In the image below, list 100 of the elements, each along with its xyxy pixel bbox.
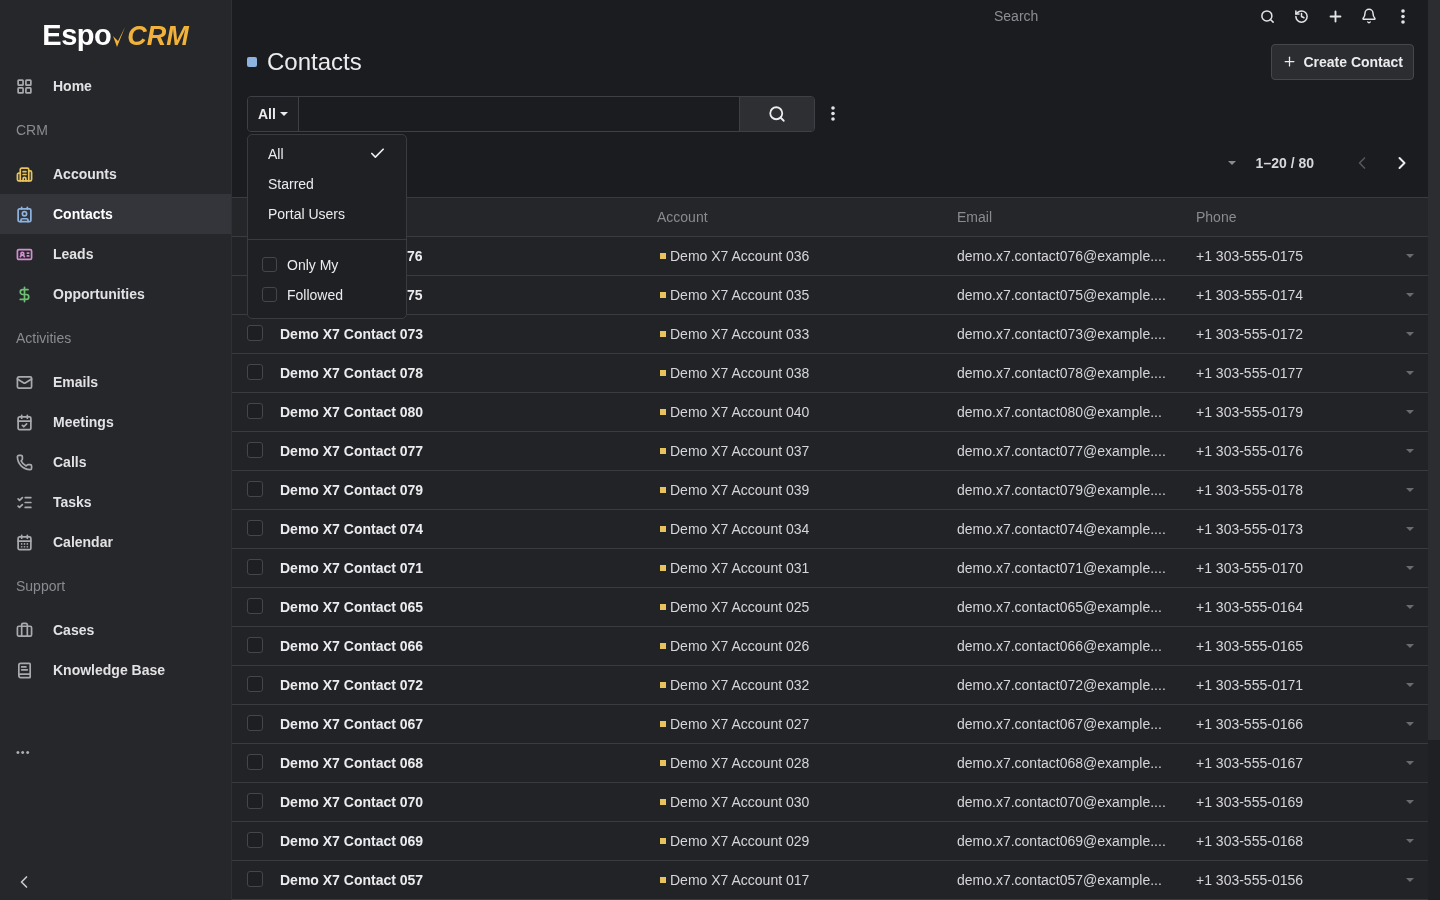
account-link[interactable]: Demo X7 Account 025 (657, 599, 957, 615)
pagination-range: 1–20 / 80 (1255, 155, 1314, 172)
phone-cell-text: +1 303-555-0178 (1196, 482, 1305, 498)
account-link[interactable]: Demo X7 Account 037 (657, 443, 957, 459)
bell-icon (1361, 8, 1377, 24)
account-link[interactable]: Demo X7 Account 031 (657, 560, 957, 576)
checkbox[interactable] (262, 257, 277, 273)
checkbox-label: Only My (287, 256, 339, 273)
more-button[interactable]: ••• (0, 746, 47, 758)
row-checkbox[interactable] (247, 324, 263, 341)
book-icon (16, 661, 33, 679)
phone-cell-text: +1 303-555-0170 (1196, 560, 1305, 576)
email-cell-text: demo.x7.contact078@example.... (957, 365, 1167, 381)
column-header[interactable]: Account (657, 209, 957, 225)
scrollbar[interactable] (1428, 0, 1440, 900)
email-cell-text: demo.x7.contact076@example.... (957, 248, 1167, 264)
menu-item[interactable]: Portal Users (248, 198, 406, 229)
global-search-field[interactable]: Search (992, 7, 1242, 25)
account-link[interactable]: Demo X7 Account 040 (657, 404, 957, 420)
row-checkbox[interactable] (247, 402, 263, 419)
phone-cell-text: +1 303-555-0172 (1196, 326, 1305, 342)
contact-name-link[interactable]: Demo X7 Contact 073 (280, 326, 424, 342)
row-checkbox[interactable] (247, 558, 263, 575)
contact-name-link[interactable]: Demo X7 Contact 067 (280, 716, 424, 732)
contact-name-link[interactable]: Demo X7 Contact 078 (280, 365, 424, 381)
row-checkbox[interactable] (247, 870, 263, 887)
account-link[interactable]: Demo X7 Account 036 (657, 248, 957, 264)
row-checkbox[interactable] (247, 714, 263, 731)
phone-cell-text: +1 303-555-0175 (1196, 248, 1305, 264)
row-checkbox[interactable] (247, 831, 263, 848)
account-link[interactable]: Demo X7 Account 027 (657, 716, 957, 732)
email-cell-text: demo.x7.contact075@example.... (957, 287, 1167, 303)
menu-item[interactable]: All (248, 138, 406, 169)
account-link[interactable]: Demo X7 Account 032 (657, 677, 957, 693)
account-link[interactable]: Demo X7 Account 035 (657, 287, 957, 303)
contact-name-link[interactable]: Demo X7 Contact 071 (280, 560, 424, 576)
account-link[interactable]: Demo X7 Account 017 (657, 872, 957, 888)
row-checkbox[interactable] (247, 480, 263, 497)
email-cell-text: demo.x7.contact069@example.... (957, 833, 1167, 849)
contact-name-link[interactable]: Demo X7 Contact 065 (280, 599, 424, 615)
contact-name-link[interactable]: Demo X7 Contact 068 (280, 755, 424, 771)
contact-name-link[interactable]: Demo X7 Contact 077 (280, 443, 424, 459)
phone-cell-text: +1 303-555-0171 (1196, 677, 1305, 693)
row-checkbox[interactable] (247, 636, 263, 653)
contact-name-link[interactable]: Demo X7 Contact 079 (280, 482, 424, 498)
contact-name-link[interactable]: Demo X7 Contact 072 (280, 677, 424, 693)
search-icon (1259, 8, 1275, 24)
contact-name-link[interactable]: Demo X7 Contact 066 (280, 638, 424, 654)
email-cell-text: demo.x7.contact074@example.... (957, 521, 1167, 537)
account-link[interactable]: Demo X7 Account 034 (657, 521, 957, 537)
row-checkbox[interactable] (247, 519, 263, 536)
checkbox[interactable] (262, 287, 277, 303)
row-checkbox[interactable] (247, 792, 263, 809)
column-header[interactable]: Phone (1196, 209, 1392, 225)
section-label: CRM (15, 121, 49, 140)
account-link[interactable]: Demo X7 Account 028 (657, 755, 957, 771)
contact-name-link[interactable]: Demo X7 Contact 057 (280, 872, 424, 888)
create-contact-button[interactable]: Create Contact (1271, 43, 1414, 80)
email-cell-text: demo.x7.contact057@example... (957, 872, 1163, 888)
account-link[interactable]: Demo X7 Account 039 (657, 482, 957, 498)
phone-cell-text: +1 303-555-0166 (1196, 716, 1305, 732)
phone-cell-text: +1 303-555-0177 (1196, 365, 1305, 381)
section-label: Activities (15, 329, 73, 348)
row-checkbox[interactable] (247, 675, 263, 692)
briefcase-icon (16, 621, 33, 639)
phone-cell-text: +1 303-555-0179 (1196, 404, 1305, 420)
more-icon (831, 106, 835, 122)
calendar-icon (16, 533, 33, 551)
email-cell-text: demo.x7.contact072@example.... (957, 677, 1167, 693)
email-cell-text: demo.x7.contact070@example.... (957, 794, 1167, 810)
sidebar-item[interactable]: Contacts (0, 194, 231, 234)
phone-cell-text: +1 303-555-0173 (1196, 521, 1305, 537)
phone-cell-text: +1 303-555-0156 (1196, 872, 1305, 888)
row-checkbox[interactable] (247, 441, 263, 458)
checkbox-label: Followed (287, 286, 344, 303)
account-link[interactable]: Demo X7 Account 026 (657, 638, 957, 654)
email-cell-text: demo.x7.contact080@example... (957, 404, 1163, 420)
contact-name-link[interactable]: Demo X7 Contact 074 (280, 521, 424, 537)
contact-name-link[interactable]: Demo X7 Contact 070 (280, 794, 424, 810)
phone-cell-text: +1 303-555-0168 (1196, 833, 1305, 849)
page-title: Contacts (267, 47, 362, 76)
contact-name-link[interactable]: Demo X7 Contact 080 (280, 404, 424, 420)
more-options-button[interactable] (831, 106, 835, 122)
contact-name-link[interactable]: Demo X7 Contact 069 (280, 833, 424, 849)
account-link[interactable]: Demo X7 Account 029 (657, 833, 957, 849)
menu-item[interactable]: Starred (248, 168, 406, 199)
row-checkbox[interactable] (247, 363, 263, 380)
phone-cell-text: +1 303-555-0174 (1196, 287, 1305, 303)
account-link[interactable]: Demo X7 Account 030 (657, 794, 957, 810)
row-checkbox[interactable] (247, 753, 263, 770)
history-icon (1293, 8, 1309, 24)
account-link[interactable]: Demo X7 Account 033 (657, 326, 957, 342)
more-icon (1401, 8, 1405, 24)
logo-text: CRM (127, 21, 189, 52)
phone-cell-text: +1 303-555-0167 (1196, 755, 1305, 771)
phone-cell-text: +1 303-555-0165 (1196, 638, 1305, 654)
column-header[interactable]: Email (957, 209, 1196, 225)
account-link[interactable]: Demo X7 Account 038 (657, 365, 957, 381)
row-checkbox[interactable] (247, 597, 263, 614)
email-cell-text: demo.x7.contact077@example.... (957, 443, 1167, 459)
